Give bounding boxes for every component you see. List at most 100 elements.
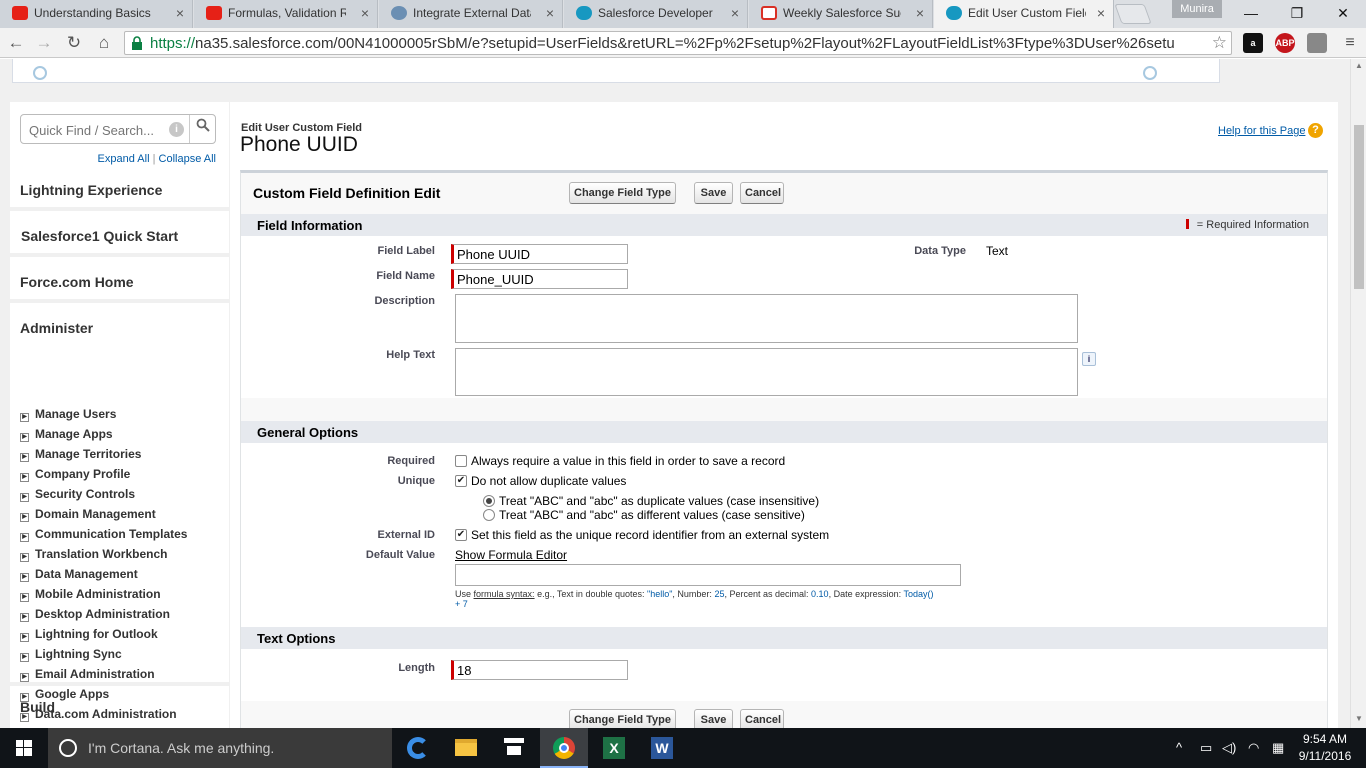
quick-find-input[interactable] — [29, 121, 169, 139]
close-icon[interactable]: × — [176, 0, 184, 26]
amazon-extension-icon[interactable]: a — [1243, 33, 1263, 53]
browser-tab-active[interactable]: Edit User Custom Field: × — [934, 0, 1114, 28]
collapse-all-link[interactable]: Collapse All — [159, 153, 216, 165]
expand-arrow-icon[interactable]: ▶ — [20, 433, 29, 442]
expand-arrow-icon[interactable]: ▶ — [20, 593, 29, 602]
sidebar-item-data-management[interactable]: ▶ Data Management — [20, 567, 138, 585]
expand-arrow-icon[interactable]: ▶ — [20, 613, 29, 622]
system-clock[interactable]: 9:54 AM 9/11/2016 — [1296, 731, 1354, 765]
sidebar-item-translation-workbench[interactable]: ▶ Translation Workbench — [20, 547, 167, 565]
formula-syntax-link[interactable]: formula syntax: — [474, 589, 535, 599]
info-icon[interactable]: i — [1082, 352, 1096, 366]
sidebar-item-desktop-administration[interactable]: ▶ Desktop Administration — [20, 607, 170, 625]
length-input[interactable] — [451, 660, 628, 680]
expand-arrow-icon[interactable]: ▶ — [20, 513, 29, 522]
forward-arrow-icon[interactable]: → — [32, 32, 56, 54]
sidebar-item-lightning-sync[interactable]: ▶ Lightning Sync — [20, 647, 122, 665]
search-icon[interactable] — [189, 115, 216, 143]
default-value-input[interactable] — [455, 564, 961, 586]
close-window-icon[interactable]: ✕ — [1320, 0, 1366, 26]
info-icon[interactable]: i — [169, 122, 184, 137]
bookmark-star-icon[interactable]: ☆ — [1212, 33, 1227, 53]
external-id-checkbox[interactable]: ✔ — [455, 529, 467, 541]
sidebar-item-security-controls[interactable]: ▶ Security Controls — [20, 487, 135, 505]
close-icon[interactable]: × — [731, 0, 739, 26]
scroll-up-icon[interactable]: ▲ — [1351, 59, 1366, 73]
browser-tab-4[interactable]: Salesforce Developer Co × — [564, 0, 748, 28]
address-bar[interactable]: https://na35.salesforce.com/00N41000005r… — [124, 31, 1232, 55]
cancel-button-bottom[interactable]: Cancel — [740, 709, 784, 728]
field-label-input[interactable] — [451, 244, 628, 264]
save-button[interactable]: Save — [694, 182, 733, 204]
expand-arrow-icon[interactable]: ▶ — [20, 413, 29, 422]
volume-icon[interactable]: ◁) — [1222, 740, 1236, 756]
expand-arrow-icon[interactable]: ▶ — [20, 633, 29, 642]
sidebar-item-domain-management[interactable]: ▶ Domain Management — [20, 507, 156, 525]
expand-arrow-icon[interactable]: ▶ — [20, 553, 29, 562]
sidebar-item-manage-users[interactable]: ▶ Manage Users — [20, 407, 116, 425]
chrome-icon[interactable] — [540, 728, 588, 768]
scroll-thumb[interactable] — [1354, 125, 1364, 289]
windows-start-icon[interactable] — [0, 728, 48, 768]
page-scrollbar[interactable]: ▲ ▼ — [1350, 59, 1366, 728]
expand-arrow-icon[interactable]: ▶ — [20, 453, 29, 462]
show-formula-editor-link[interactable]: Show Formula Editor — [455, 548, 567, 562]
browser-tab-2[interactable]: Formulas, Validation Rul × — [194, 0, 378, 28]
back-arrow-icon[interactable]: ← — [4, 32, 28, 54]
case-sensitive-radio[interactable] — [483, 509, 495, 521]
change-field-type-button-bottom[interactable]: Change Field Type — [569, 709, 676, 728]
home-icon[interactable]: ⌂ — [92, 32, 116, 54]
sidebar-item-manage-territories[interactable]: ▶ Manage Territories — [20, 447, 141, 465]
menu-icon[interactable]: ≡ — [1338, 32, 1362, 54]
maximize-icon[interactable]: ❐ — [1274, 0, 1320, 26]
chevron-up-icon[interactable]: ^ — [1176, 740, 1182, 755]
save-button-bottom[interactable]: Save — [694, 709, 733, 728]
scroll-down-icon[interactable]: ▼ — [1351, 712, 1366, 726]
excel-icon[interactable]: X — [590, 728, 638, 768]
expand-arrow-icon[interactable]: ▶ — [20, 673, 29, 682]
expand-arrow-icon[interactable]: ▶ — [20, 573, 29, 582]
browser-tab-1[interactable]: Understanding Basics of × — [0, 0, 193, 28]
wifi-icon[interactable]: ◠ — [1248, 740, 1259, 756]
close-icon[interactable]: × — [1097, 0, 1105, 26]
expand-arrow-icon[interactable]: ▶ — [20, 653, 29, 662]
sidebar-section-lightning-experience[interactable]: Lightning Experience — [10, 169, 229, 211]
expand-arrow-icon[interactable]: ▶ — [20, 473, 29, 482]
cortana-search-box[interactable]: I'm Cortana. Ask me anything. — [48, 728, 392, 768]
extension-icon[interactable] — [1307, 33, 1327, 53]
sidebar-item-communication-templates[interactable]: ▶ Communication Templates — [20, 527, 187, 545]
browser-tab-5[interactable]: Weekly Salesforce Succe × — [749, 0, 933, 28]
word-icon[interactable]: W — [638, 728, 686, 768]
keyboard-icon[interactable]: ▦ — [1272, 740, 1284, 756]
battery-icon[interactable]: ▭ — [1200, 740, 1212, 756]
store-icon[interactable] — [490, 728, 538, 768]
edge-icon[interactable] — [394, 728, 442, 768]
file-explorer-icon[interactable] — [442, 728, 490, 768]
sidebar-item-mobile-administration[interactable]: ▶ Mobile Administration — [20, 587, 161, 605]
close-icon[interactable]: × — [916, 0, 924, 26]
required-checkbox[interactable] — [455, 455, 467, 467]
expand-arrow-icon[interactable]: ▶ — [20, 493, 29, 502]
browser-tab-3[interactable]: Integrate External Data × — [379, 0, 563, 28]
new-tab-button[interactable] — [1114, 4, 1152, 24]
expand-arrow-icon[interactable]: ▶ — [20, 533, 29, 542]
unique-checkbox[interactable]: ✔ — [455, 475, 467, 487]
sidebar-item-manage-apps[interactable]: ▶ Manage Apps — [20, 427, 113, 445]
field-name-input[interactable] — [451, 269, 628, 289]
sidebar-section-force-home[interactable]: Force.com Home — [10, 261, 229, 303]
case-insensitive-radio[interactable] — [483, 495, 495, 507]
help-icon[interactable]: ? — [1308, 123, 1323, 138]
help-text-textarea[interactable] — [455, 348, 1078, 396]
adblock-plus-icon[interactable]: ABP — [1275, 33, 1295, 53]
profile-button[interactable]: Munira — [1172, 0, 1222, 18]
sidebar-item-lightning-for-outlook[interactable]: ▶ Lightning for Outlook — [20, 627, 158, 645]
close-icon[interactable]: × — [546, 0, 554, 26]
reload-icon[interactable]: ↻ — [62, 32, 86, 54]
help-for-page-link[interactable]: Help for this Page — [1218, 125, 1305, 137]
sidebar-section-salesforce1[interactable]: Salesforce1 Quick Start — [10, 215, 229, 257]
cancel-button[interactable]: Cancel — [740, 182, 784, 204]
minimize-icon[interactable]: — — [1228, 0, 1274, 26]
change-field-type-button[interactable]: Change Field Type — [569, 182, 676, 204]
expand-all-link[interactable]: Expand All — [98, 153, 150, 165]
description-textarea[interactable] — [455, 294, 1078, 343]
